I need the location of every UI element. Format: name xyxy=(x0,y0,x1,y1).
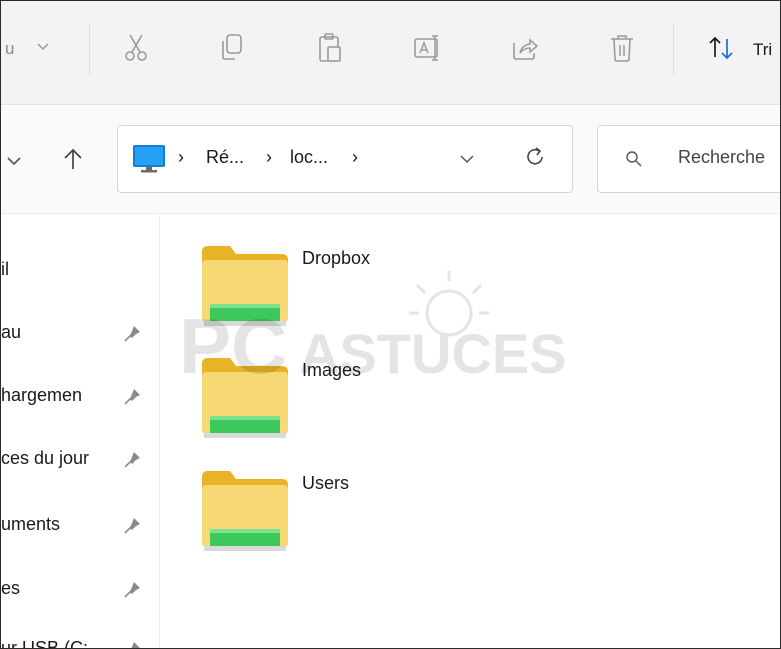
search-placeholder: Recherche xyxy=(678,147,766,167)
sort-icon[interactable] xyxy=(704,31,738,65)
sidebar-item-home[interactable]: il xyxy=(1,251,159,291)
shared-folder-icon xyxy=(202,246,288,326)
folder-name: Images xyxy=(302,360,362,380)
sort-button-label[interactable]: Tri xyxy=(753,40,772,60)
new-menu-truncated[interactable]: u xyxy=(5,39,14,59)
pin-icon xyxy=(124,326,140,342)
toolbar-separator xyxy=(673,25,674,75)
sidebar-item-label: uments xyxy=(1,514,61,534)
sidebar-item-label: il xyxy=(1,259,9,279)
search-box[interactable]: Recherche xyxy=(597,125,780,193)
share-icon[interactable] xyxy=(508,31,542,65)
sidebar-item-label: ces du jour xyxy=(1,448,90,468)
sidebar-item-label: au xyxy=(1,322,22,342)
up-arrow-icon[interactable] xyxy=(59,145,87,173)
sidebar-item-desktop[interactable]: au xyxy=(1,314,159,354)
breadcrumb-item[interactable]: loc... xyxy=(290,147,328,168)
shared-folder-icon xyxy=(202,358,288,438)
pin-icon xyxy=(124,518,140,534)
cut-icon[interactable] xyxy=(119,31,153,65)
folder-item-images[interactable]: Images xyxy=(200,354,620,454)
chevron-down-icon[interactable] xyxy=(31,34,55,58)
rename-icon[interactable] xyxy=(411,31,445,65)
sidebar-item-usb-drive[interactable]: ur USB (C: xyxy=(1,630,159,649)
search-icon xyxy=(626,151,642,167)
refresh-icon[interactable] xyxy=(522,144,548,170)
folder-name: Users xyxy=(302,473,350,493)
pin-icon xyxy=(124,452,140,468)
sidebar-item-pictures[interactable]: es xyxy=(1,570,159,610)
toolbar-separator xyxy=(89,25,90,75)
breadcrumb-item[interactable]: Ré... xyxy=(206,147,244,168)
navigation-pane: il au hargemen ces du jour uments es ur … xyxy=(1,214,160,649)
paste-icon[interactable] xyxy=(314,31,348,65)
file-explorer-window: u Tri › Ré... › loc... › Recherche il au… xyxy=(0,0,781,649)
sidebar-item-documents[interactable]: uments xyxy=(1,506,159,546)
command-bar: u Tri xyxy=(1,1,780,105)
breadcrumb-separator: › xyxy=(266,147,272,167)
breadcrumb-separator: › xyxy=(352,147,358,167)
delete-icon[interactable] xyxy=(605,31,639,65)
sidebar-item-label: hargemen xyxy=(1,385,83,405)
folder-name: Dropbox xyxy=(302,248,371,268)
file-list: Dropbox Images Users xyxy=(160,214,780,648)
sidebar-item-label: ur USB (C: xyxy=(1,638,89,649)
address-row: › Ré... › loc... › Recherche xyxy=(1,105,780,214)
address-bar[interactable]: › Ré... › loc... › xyxy=(117,125,573,193)
pin-icon xyxy=(124,582,140,598)
pin-icon xyxy=(124,389,140,405)
copy-icon[interactable] xyxy=(215,31,249,65)
sidebar-item-downloads[interactable]: hargemen xyxy=(1,377,159,417)
address-history-chevron-icon[interactable] xyxy=(456,148,478,170)
folder-item-dropbox[interactable]: Dropbox xyxy=(200,242,620,342)
sidebar-item-daily-tips[interactable]: ces du jour xyxy=(1,440,159,480)
this-pc-icon xyxy=(133,145,165,173)
folder-item-users[interactable]: Users xyxy=(200,467,620,567)
recent-locations-chevron-icon[interactable] xyxy=(3,149,27,173)
shared-folder-icon xyxy=(202,471,288,551)
pin-icon xyxy=(131,642,140,648)
sidebar-item-label: es xyxy=(1,578,21,598)
breadcrumb-separator: › xyxy=(178,147,184,167)
